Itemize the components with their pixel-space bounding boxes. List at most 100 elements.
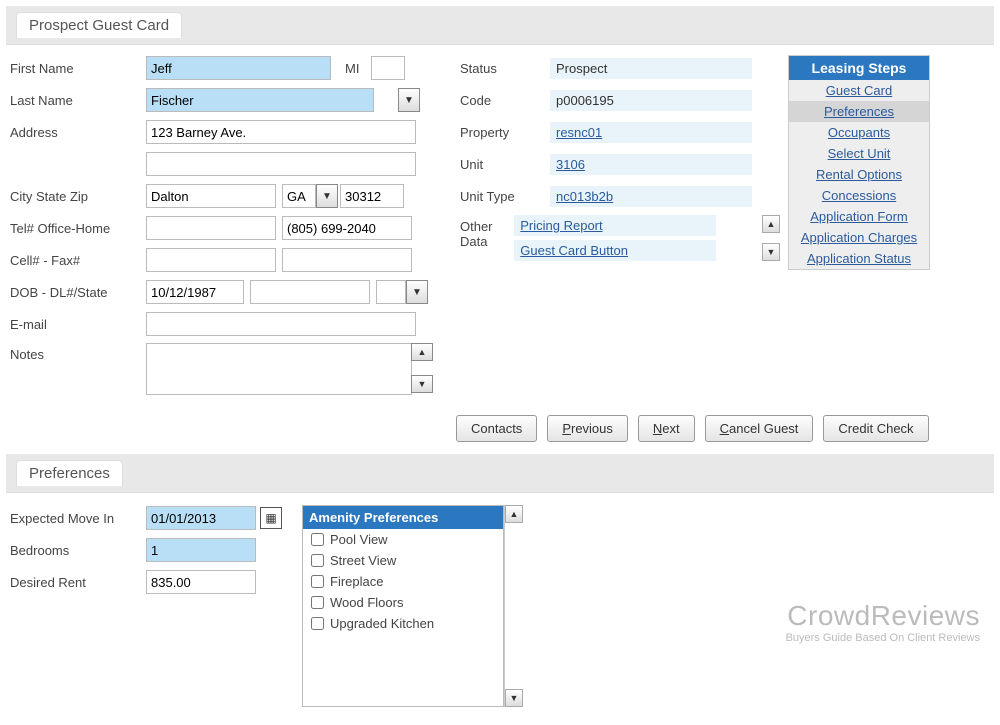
- amenity-checkbox[interactable]: [311, 533, 324, 546]
- amenity-checkbox[interactable]: [311, 596, 324, 609]
- leasing-step-link[interactable]: Select Unit: [828, 146, 891, 161]
- dob-input[interactable]: [146, 280, 244, 304]
- label-dob: DOB - DL#/State: [10, 285, 146, 300]
- leasing-step-item[interactable]: Concessions: [789, 185, 929, 206]
- amenity-label: Upgraded Kitchen: [330, 616, 434, 631]
- guest-card-section-header: Prospect Guest Card: [6, 6, 994, 45]
- dl-state-input[interactable]: [376, 280, 406, 304]
- label-unit-type: Unit Type: [460, 189, 550, 204]
- notes-scroll-up[interactable]: ▲: [411, 343, 433, 361]
- email-input[interactable]: [146, 312, 416, 336]
- amenities-scroll-up[interactable]: ▲: [505, 505, 523, 523]
- notes-textarea[interactable]: [146, 343, 412, 395]
- leasing-step-link[interactable]: Application Charges: [801, 230, 917, 245]
- leasing-step-link[interactable]: Concessions: [822, 188, 896, 203]
- amenity-checkbox[interactable]: [311, 554, 324, 567]
- guest-card-form: First Name MI Last Name ▼ Address City S…: [10, 55, 450, 401]
- leasing-step-item[interactable]: Application Status: [789, 248, 929, 269]
- address1-input[interactable]: [146, 120, 416, 144]
- amenity-item: Upgraded Kitchen: [303, 613, 503, 634]
- label-mi: MI: [345, 61, 365, 76]
- label-bedrooms: Bedrooms: [10, 543, 146, 558]
- amenity-item: Wood Floors: [303, 592, 503, 613]
- leasing-step-link[interactable]: Rental Options: [816, 167, 902, 182]
- amenity-item: Street View: [303, 550, 503, 571]
- unit-type-link[interactable]: nc013b2b: [556, 189, 613, 204]
- leasing-step-link[interactable]: Preferences: [824, 104, 894, 119]
- property-link[interactable]: resnc01: [556, 125, 602, 140]
- cell-input[interactable]: [146, 248, 276, 272]
- label-desired-rent: Desired Rent: [10, 575, 146, 590]
- tel-office-input[interactable]: [146, 216, 276, 240]
- amenity-item: Fireplace: [303, 571, 503, 592]
- code-value: p0006195: [550, 90, 752, 111]
- tel-home-input[interactable]: [282, 216, 412, 240]
- last-name-input[interactable]: [146, 88, 374, 112]
- leasing-step-item[interactable]: Preferences: [789, 101, 929, 122]
- fax-input[interactable]: [282, 248, 412, 272]
- amenity-label: Pool View: [330, 532, 388, 547]
- status-value: Prospect: [550, 58, 752, 79]
- amenity-item: Pool View: [303, 529, 503, 550]
- dl-number-input[interactable]: [250, 280, 370, 304]
- amenity-checkbox[interactable]: [311, 575, 324, 588]
- watermark: CrowdReviews Buyers Guide Based On Clien…: [786, 600, 980, 644]
- state-dropdown[interactable]: ▼: [316, 184, 338, 208]
- other-data-scroll-down[interactable]: ▼: [762, 243, 780, 261]
- cancel-guest-button[interactable]: Cancel Guest: [705, 415, 814, 442]
- label-unit: Unit: [460, 157, 550, 172]
- amenities-scroll-down[interactable]: ▼: [505, 689, 523, 707]
- mi-input[interactable]: [371, 56, 405, 80]
- desired-rent-input[interactable]: [146, 570, 256, 594]
- previous-button[interactable]: Previous: [547, 415, 628, 442]
- amenity-label: Street View: [330, 553, 396, 568]
- label-cell-fax: Cell# - Fax#: [10, 253, 146, 268]
- guest-card-title: Prospect Guest Card: [16, 12, 182, 38]
- credit-check-button[interactable]: Credit Check: [823, 415, 928, 442]
- guest-card-button-link[interactable]: Guest Card Button: [520, 243, 628, 258]
- preferences-title: Preferences: [16, 460, 123, 486]
- contacts-button[interactable]: Contacts: [456, 415, 537, 442]
- state-input[interactable]: [282, 184, 316, 208]
- leasing-step-item[interactable]: Rental Options: [789, 164, 929, 185]
- amenity-label: Fireplace: [330, 574, 383, 589]
- leasing-step-link[interactable]: Guest Card: [826, 83, 892, 98]
- unit-link[interactable]: 3106: [556, 157, 585, 172]
- address2-input[interactable]: [146, 152, 416, 176]
- dl-state-dropdown[interactable]: ▼: [406, 280, 428, 304]
- leasing-step-link[interactable]: Occupants: [828, 125, 890, 140]
- leasing-step-item[interactable]: Occupants: [789, 122, 929, 143]
- bedrooms-input[interactable]: [146, 538, 256, 562]
- label-property: Property: [460, 125, 550, 140]
- next-button[interactable]: Next: [638, 415, 695, 442]
- first-name-input[interactable]: [146, 56, 331, 80]
- leasing-steps-panel: Leasing Steps Guest Card Preferences Occup…: [788, 55, 930, 270]
- label-notes: Notes: [10, 343, 146, 362]
- amenity-label: Wood Floors: [330, 595, 403, 610]
- last-name-dropdown[interactable]: ▼: [398, 88, 420, 112]
- other-data-scroll-up[interactable]: ▲: [762, 215, 780, 233]
- label-other-data: Other Data: [460, 215, 514, 249]
- amenity-checkbox[interactable]: [311, 617, 324, 630]
- label-address: Address: [10, 125, 146, 140]
- amenities-header: Amenity Preferences: [303, 506, 503, 529]
- preferences-form: Expected Move In ▦ Bedrooms Desired Rent: [10, 505, 282, 707]
- leasing-steps-header: Leasing Steps: [789, 56, 929, 80]
- leasing-step-link[interactable]: Application Status: [807, 251, 911, 266]
- city-input[interactable]: [146, 184, 276, 208]
- calendar-icon[interactable]: ▦: [260, 507, 282, 529]
- status-panel: Status Prospect Code p0006195 Property r…: [450, 55, 780, 401]
- label-city-state-zip: City State Zip: [10, 189, 146, 204]
- zip-input[interactable]: [340, 184, 404, 208]
- leasing-step-item[interactable]: Guest Card: [789, 80, 929, 101]
- action-button-row: Contacts Previous Next Cancel Guest Cred…: [456, 411, 994, 454]
- leasing-step-item[interactable]: Application Form: [789, 206, 929, 227]
- pricing-report-link[interactable]: Pricing Report: [520, 218, 602, 233]
- leasing-step-link[interactable]: Application Form: [810, 209, 908, 224]
- label-code: Code: [460, 93, 550, 108]
- leasing-step-item[interactable]: Application Charges: [789, 227, 929, 248]
- preferences-section-header: Preferences: [6, 454, 994, 493]
- expected-move-in-input[interactable]: [146, 506, 256, 530]
- notes-scroll-down[interactable]: ▼: [411, 375, 433, 393]
- leasing-step-item[interactable]: Select Unit: [789, 143, 929, 164]
